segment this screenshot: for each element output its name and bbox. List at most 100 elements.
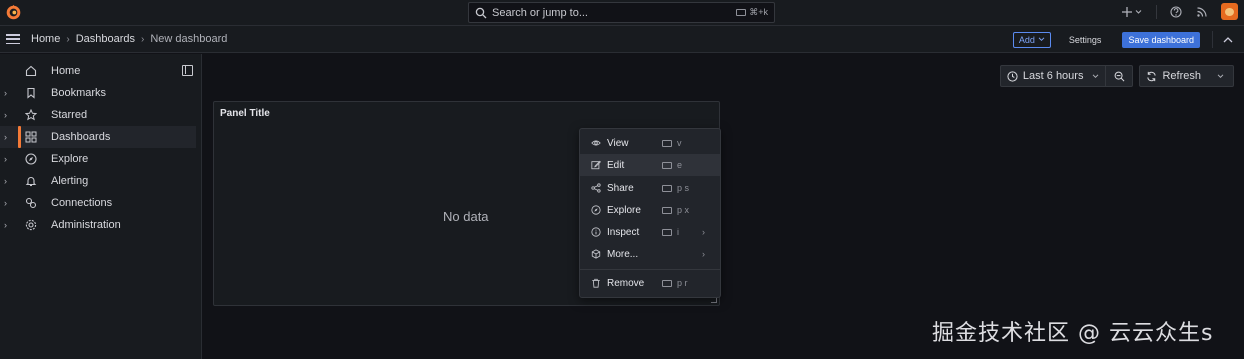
sidebar-item-label: Dashboards [51,131,111,143]
refresh-button[interactable]: Refresh [1140,66,1207,86]
breadcrumb-home[interactable]: Home [31,33,60,45]
panel-context-menu: View v Edit e Share p s Explore p x Insp… [579,128,721,298]
chevron-down-icon [1093,73,1099,78]
chevron-right-icon: › [702,249,705,259]
shortcut: i [662,227,679,237]
keyboard-icon [662,206,672,214]
menu-item-more[interactable]: More... › [580,243,720,265]
chevron-right-icon[interactable]: › [4,220,12,230]
keyboard-icon [662,161,672,169]
menu-item-label: View [607,137,629,149]
divider [1212,31,1213,48]
top-bar: Search or jump to... ⌘+k [0,0,1244,26]
time-range-picker[interactable]: Last 6 hours [1001,66,1106,86]
breadcrumb-current: New dashboard [150,33,228,45]
grafana-logo-icon[interactable] [5,4,22,21]
sidebar-item-label: Explore [51,153,89,165]
add-button[interactable]: Add [1012,31,1051,48]
menu-divider [580,269,720,270]
bell-icon [25,177,37,187]
sync-icon [1147,71,1157,81]
menu-item-inspect[interactable]: Inspect i › [580,221,720,243]
chevron-up-icon[interactable] [1223,36,1233,43]
bookmark-icon [27,87,35,99]
add-button-label: Add [1018,34,1035,45]
menu-item-edit[interactable]: Edit e [580,154,720,176]
shortcut-text: p s [677,183,690,193]
keyboard-icon [662,279,672,287]
clock-icon [1007,70,1018,82]
sidebar-item-administration[interactable]: › Administration [0,214,196,236]
chevron-right-icon[interactable]: › [4,154,12,164]
keyboard-icon [662,228,672,236]
sidebar-item-bookmarks[interactable]: › Bookmarks [0,82,196,104]
trash-icon [592,278,600,288]
settings-button[interactable]: Settings [1069,35,1102,45]
divider [1156,4,1157,19]
cube-icon [591,249,601,259]
active-indicator [18,126,21,148]
menu-item-remove[interactable]: Remove p r [580,272,720,294]
sidebar-item-label: Starred [51,109,88,121]
news-icon[interactable] [1195,5,1209,19]
time-range-label: Last 6 hours [1022,70,1084,82]
chevron-right-icon[interactable]: › [4,176,12,186]
refresh-interval-picker[interactable] [1207,66,1233,86]
cog-icon [25,219,37,231]
menu-item-label: More... [607,248,639,260]
search-icon [475,7,487,18]
sidebar-item-label: Alerting [51,175,89,187]
sidebar-item-dashboards[interactable]: › Dashboards [0,126,196,148]
edit-icon [591,160,601,170]
home-icon [25,65,37,77]
shortcut: p r [662,278,688,288]
keyboard-icon [662,139,672,147]
sidebar-item-home[interactable]: Home [0,60,196,82]
sidebar-item-label: Home [51,65,81,77]
dashboard-actions: Add Settings Save dashboard [1012,31,1244,48]
breadcrumb-dashboards[interactable]: Dashboards [76,33,135,45]
chevron-down-icon [1217,73,1223,78]
sidebar-item-label: Bookmarks [51,87,107,99]
chevron-right-icon: › [66,33,70,45]
menu-item-share[interactable]: Share p s [580,177,720,199]
chevron-right-icon[interactable]: › [4,198,12,208]
chevron-right-icon[interactable]: › [4,110,12,120]
chevron-right-icon: › [702,227,705,237]
plus-icon[interactable] [1122,5,1144,19]
search-input[interactable]: Search or jump to... ⌘+k [468,2,775,23]
sidebar-item-connections[interactable]: › Connections [0,192,196,214]
zoom-out-button[interactable] [1106,66,1132,86]
panel-empty-state: No data [443,209,489,224]
menu-item-explore[interactable]: Explore p x [580,199,720,221]
refresh-label: Refresh [1162,70,1201,82]
watermark-text: 掘金技术社区 @ 云云众生s [932,321,1214,346]
shortcut-text: p x [677,205,690,215]
dashboard-controls: Last 6 hours Refresh [999,65,1234,87]
help-icon[interactable] [1169,5,1183,19]
panel-title[interactable]: Panel Title [220,108,270,119]
chevron-right-icon[interactable]: › [4,132,12,142]
apps-icon [25,131,37,143]
compass-icon [591,205,601,215]
compass-icon [25,153,37,165]
chevron-down-icon [1038,37,1045,42]
sidebar-item-alerting[interactable]: › Alerting [0,170,196,192]
shortcut-text: e [677,160,683,170]
save-dashboard-button[interactable]: Save dashboard [1122,31,1200,48]
user-avatar[interactable] [1221,3,1238,20]
shortcut-text: i [677,227,679,237]
menu-item-view[interactable]: View v [580,132,720,154]
star-icon [25,109,37,121]
save-button-label: Save dashboard [1128,34,1194,45]
zoom-out-icon [1114,71,1125,81]
sidebar-item-explore[interactable]: › Explore [0,148,196,170]
menu-item-label: Edit [607,159,625,171]
search-shortcut-text: ⌘+k [749,7,768,17]
chevron-right-icon[interactable]: › [4,88,12,98]
shortcut: p x [662,205,689,215]
menu-toggle-icon[interactable] [6,34,20,44]
refresh-group: Refresh [1139,65,1234,87]
sidebar-item-starred[interactable]: › Starred [0,104,196,126]
shortcut: e [662,160,682,170]
